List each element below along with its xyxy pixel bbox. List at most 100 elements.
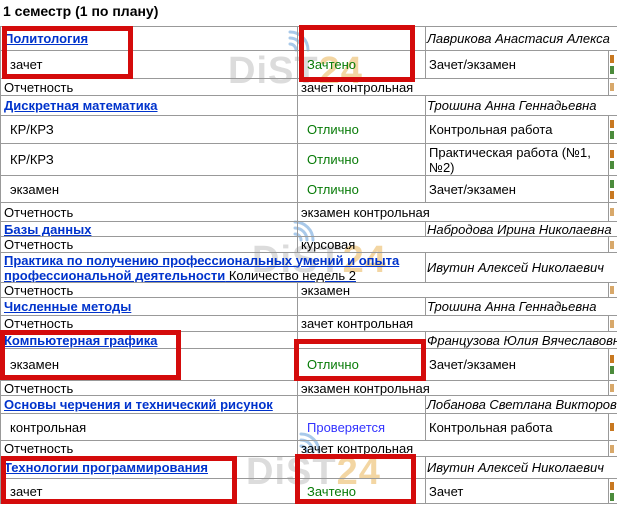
report-value-cell: курсовая [298,237,609,252]
empty-cell [298,332,426,348]
clipped-text-fragment [610,66,614,74]
clipped-text-fragments [610,320,614,328]
clipped-text-fragment [610,208,614,216]
subject-link[interactable]: Практика по получению профессиональных у… [4,253,422,282]
clipped-text-fragment [610,83,614,91]
clipped-text-fragments [610,355,614,374]
grade-value-cell: Отлично [298,349,426,380]
clipped-text-fragments [610,180,614,199]
table-edge-clipped-cell [609,176,617,202]
subject-cell: Практика по получению профессиональных у… [1,253,426,282]
report-value-cell: экзамен [298,283,609,297]
subject-cell: Технологии программирования [1,457,298,478]
grade-value: Проверяется [307,420,385,435]
subject-link[interactable]: Дискретная математика [4,98,158,113]
empty-cell [298,457,426,478]
report-value-cell: зачет контрольная [298,79,609,95]
control-type-cell: Контрольная работа [426,116,609,143]
table-edge-clipped-cell [609,51,617,78]
clipped-text-fragment [610,445,614,453]
table-row: Отчетностьэкзамен [1,283,617,298]
grade-value: Зачтено [307,484,356,499]
table-edge-clipped-cell [609,381,617,395]
report-label-cell: Отчетность [1,316,298,331]
clipped-text-fragment [610,423,614,431]
clipped-text-fragments [610,55,614,74]
subject-cell: Компьютерная графика [1,332,298,348]
table-row: Дискретная математика Трошина Анна Геннад… [1,96,617,116]
table-row: Отчетностьэкзамен контрольная [1,203,617,222]
report-value-cell: зачет контрольная [298,316,609,331]
teacher-name: Французова Юлия Вячеславовн [427,333,617,348]
teacher-name: Ивутин Алексей Николаевич [427,260,604,275]
subject-link[interactable]: Базы данных [4,222,91,236]
clipped-text-fragments [610,482,614,501]
table-row: Отчетностьзачет контрольная [1,316,617,332]
subject-link[interactable]: Компьютерная графика [4,333,157,348]
table-edge-clipped-cell [609,349,617,380]
teacher-name: Лаврикова Анастасия Алекса [427,31,610,46]
grade-value-cell: Проверяется [298,414,426,440]
report-label-cell: Отчетность [1,237,298,252]
clipped-text-fragment [610,493,614,501]
subject-cell: Численные методы [1,298,298,315]
clipped-text-fragment [610,366,614,374]
teacher-name: Трошина Анна Геннадьевна [427,299,597,314]
clipped-text-fragment [610,241,614,249]
control-form-cell: экзамен [1,349,298,380]
table-row: Политология Лаврикова Анастасия Алекса [1,27,617,51]
clipped-text-fragments [610,208,614,216]
clipped-text-fragments [610,423,614,431]
table-edge-clipped-cell [609,79,617,95]
table-row: Основы черчения и технический рисунок Лоб… [1,396,617,414]
teacher-cell: Трошина Анна Геннадьевна [426,298,617,315]
clipped-text-fragments [610,83,614,91]
subject-cell: Политология [1,27,298,50]
table-edge-clipped-cell [609,479,617,503]
subject-link[interactable]: Основы черчения и технический рисунок [4,397,273,412]
table-row: экзаменОтличноЗачет/экзамен [1,176,617,203]
control-type-cell: Практическая работа (№1, №2) [426,144,609,175]
subject-cell: Базы данных [1,222,298,236]
empty-cell [298,222,426,236]
table-edge-clipped-cell [609,414,617,440]
control-form-cell: КР/КРЗ [1,144,298,175]
clipped-text-fragment [610,120,614,128]
teacher-name: Лобанова Светлана Викторов [427,397,617,412]
grade-value: Зачтено [307,57,356,72]
clipped-text-fragment [610,320,614,328]
table-row: экзаменОтличноЗачет/экзамен [1,349,617,381]
teacher-cell: Набродова Ирина Николаевна [426,222,617,236]
semester-title: 1 семестр (1 по плану) [3,3,158,19]
control-type-cell: Зачет/экзамен [426,51,609,78]
teacher-cell: Трошина Анна Геннадьевна [426,96,617,115]
clipped-text-fragment [610,286,614,294]
teacher-name: Ивутин Алексей Николаевич [427,460,604,475]
clipped-text-fragment [610,150,614,158]
table-edge-clipped-cell [609,144,617,175]
report-value-cell: экзамен контрольная [298,381,609,395]
teacher-cell: Французова Юлия Вячеславовн [426,332,617,348]
subject-link[interactable]: Политология [4,31,88,46]
teacher-name: Набродова Ирина Николаевна [427,222,612,236]
table-row: зачетЗачтеноЗачет/экзамен [1,51,617,79]
teacher-cell: Лобанова Светлана Викторов [426,396,617,413]
control-form-cell: зачет [1,479,298,503]
report-value-cell: экзамен контрольная [298,203,609,221]
grade-value-cell: Зачтено [298,479,426,503]
subject-link[interactable]: Численные методы [4,299,131,314]
empty-cell [298,27,426,50]
report-label-cell: Отчетность [1,441,298,456]
table-row: Компьютерная графика Французова Юлия Вяче… [1,332,617,349]
control-form-cell: экзамен [1,176,298,202]
clipped-text-fragment [610,131,614,139]
grade-value-cell: Отлично [298,176,426,202]
table-row: Практика по получению профессиональных у… [1,253,617,283]
table-edge-clipped-cell [609,237,617,252]
grade-value-cell: Зачтено [298,51,426,78]
clipped-text-fragment [610,191,614,199]
subject-link[interactable]: Технологии программирования [4,460,208,475]
table-row: КР/КРЗОтличноКонтрольная работа [1,116,617,144]
clipped-text-fragment [610,180,614,188]
report-value-cell: зачет контрольная [298,441,609,456]
